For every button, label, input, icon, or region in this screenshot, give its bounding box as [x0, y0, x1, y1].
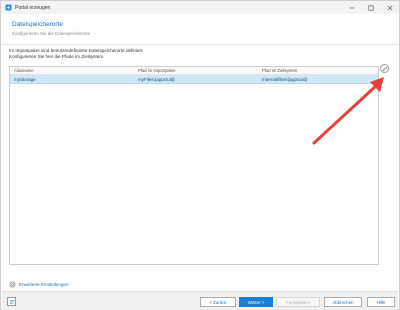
- column-header-alias[interactable]: Aliasname: [10, 68, 134, 73]
- column-header-package-path[interactable]: Pfad im Importpaket: [134, 68, 258, 73]
- cell-alias: myStorage: [14, 76, 36, 82]
- table-header: Aliasname Pfad im Importpaket Pfad im Zi…: [10, 67, 378, 75]
- cancel-button[interactable]: Abbrechen: [324, 297, 362, 307]
- portal-app-icon: [5, 4, 12, 11]
- maximize-button[interactable]: [361, 1, 380, 14]
- storage-locations-table: Aliasname Pfad im Importpaket Pfad im Zi…: [9, 66, 379, 265]
- cell-target-path: Internal\files\{appGuid}: [262, 76, 308, 82]
- pencil-icon: [382, 66, 387, 71]
- help-button[interactable]: Hilfe: [367, 297, 395, 307]
- wizard-window: Portal erzeugen Dateispeicherorte Konfig…: [0, 0, 400, 310]
- table-row[interactable]: myStorage myFiles\{appGuid} Internal\fil…: [10, 75, 378, 84]
- gear-icon: [9, 281, 16, 288]
- minimize-button[interactable]: [342, 1, 361, 14]
- edit-button[interactable]: [380, 64, 389, 73]
- wizard-content: Im Importpaket sind benutzerdefinierte D…: [2, 45, 398, 291]
- window-controls: [342, 1, 399, 14]
- advanced-settings-link[interactable]: Erweiterte Einstellungen: [19, 282, 69, 287]
- description-line-2: Konfigurieren Sie hier die Pfade im Ziel…: [9, 54, 105, 59]
- back-button[interactable]: < Zurück: [200, 297, 236, 307]
- log-button[interactable]: [7, 297, 16, 306]
- wizard-footer: < Zurück Weiter > Fertigstellen Abbreche…: [2, 291, 398, 310]
- next-button[interactable]: Weiter >: [239, 297, 273, 307]
- close-icon: [387, 5, 392, 10]
- page-title: Dateispeicherorte: [12, 21, 63, 28]
- log-icon: [9, 299, 14, 304]
- column-header-target-path[interactable]: Pfad im Zielsystem: [258, 68, 378, 73]
- advanced-settings[interactable]: Erweiterte Einstellungen: [9, 281, 69, 288]
- description: Im Importpaket sind benutzerdefinierte D…: [9, 48, 144, 60]
- page-subtitle: Konfigurieren Sie die Dateispeicherorte: [12, 31, 91, 36]
- close-button[interactable]: [380, 1, 399, 14]
- title-bar: Portal erzeugen: [1, 1, 399, 14]
- minimize-icon: [349, 7, 354, 8]
- wizard-header: Dateispeicherorte Konfigurieren Sie die …: [2, 14, 398, 45]
- cell-package-path: myFiles\{appGuid}: [138, 76, 175, 82]
- window-title: Portal erzeugen: [15, 4, 51, 11]
- maximize-icon: [368, 5, 374, 11]
- finish-button[interactable]: Fertigstellen: [276, 297, 320, 307]
